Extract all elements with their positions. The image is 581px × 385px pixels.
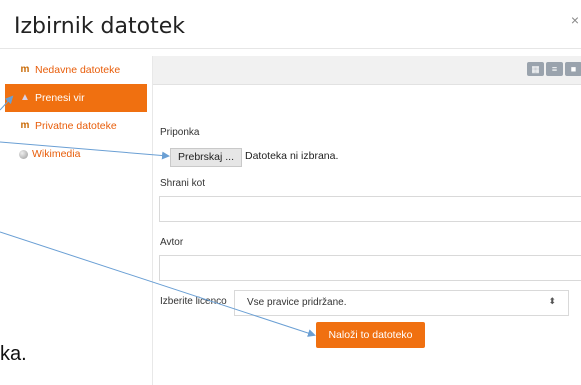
grid-view-icon[interactable]: ▦ <box>527 62 544 76</box>
sidebar-item-private-files[interactable]: m Privatne datoteke <box>5 112 147 140</box>
license-select-value: Vse pravice pridržane. <box>247 297 347 308</box>
toolbar: ▦ ≡ ■ <box>153 56 581 85</box>
repository-sidebar: m Nedavne datoteke ▲ Prenesi vir m Priva… <box>5 56 147 168</box>
upload-file-button[interactable]: Naloži to datoteko <box>316 322 425 348</box>
close-icon[interactable]: × <box>571 12 579 28</box>
sidebar-item-label: Nedavne datoteke <box>35 64 121 76</box>
view-switcher: ▦ ≡ ■ <box>527 62 581 76</box>
tree-view-icon[interactable]: ■ <box>565 62 581 76</box>
header-divider <box>0 48 581 49</box>
folder-icon: m <box>20 120 30 131</box>
page-fragment-text: ka. <box>0 343 27 365</box>
author-label: Avtor <box>160 237 184 248</box>
save-as-input[interactable] <box>159 196 581 222</box>
license-select[interactable]: Vse pravice pridržane. ⬍ <box>234 290 569 316</box>
select-caret-icon: ⬍ <box>548 296 556 306</box>
sidebar-item-label: Wikimedia <box>32 148 81 160</box>
dialog-title: Izbirnik datotek <box>14 14 185 39</box>
file-status-text: Datoteka ni izbrana. <box>245 150 339 162</box>
globe-icon <box>19 149 28 159</box>
sidebar-item-label: Prenesi vir <box>35 92 85 104</box>
browse-button[interactable]: Prebrskaj ... <box>170 148 243 167</box>
list-view-icon[interactable]: ≡ <box>546 62 563 76</box>
sidebar-item-wikimedia[interactable]: Wikimedia <box>5 140 147 168</box>
save-as-label: Shrani kot <box>160 178 206 189</box>
license-label: Izberite licenco <box>160 296 227 307</box>
upload-icon: ▲ <box>20 92 30 103</box>
sidebar-item-label: Privatne datoteke <box>35 120 117 132</box>
folder-icon: m <box>20 64 30 75</box>
author-input[interactable] <box>159 255 581 281</box>
attachment-label: Priponka <box>160 127 200 138</box>
sidebar-item-upload[interactable]: ▲ Prenesi vir <box>5 84 147 112</box>
sidebar-item-recent-files[interactable]: m Nedavne datoteke <box>5 56 147 84</box>
